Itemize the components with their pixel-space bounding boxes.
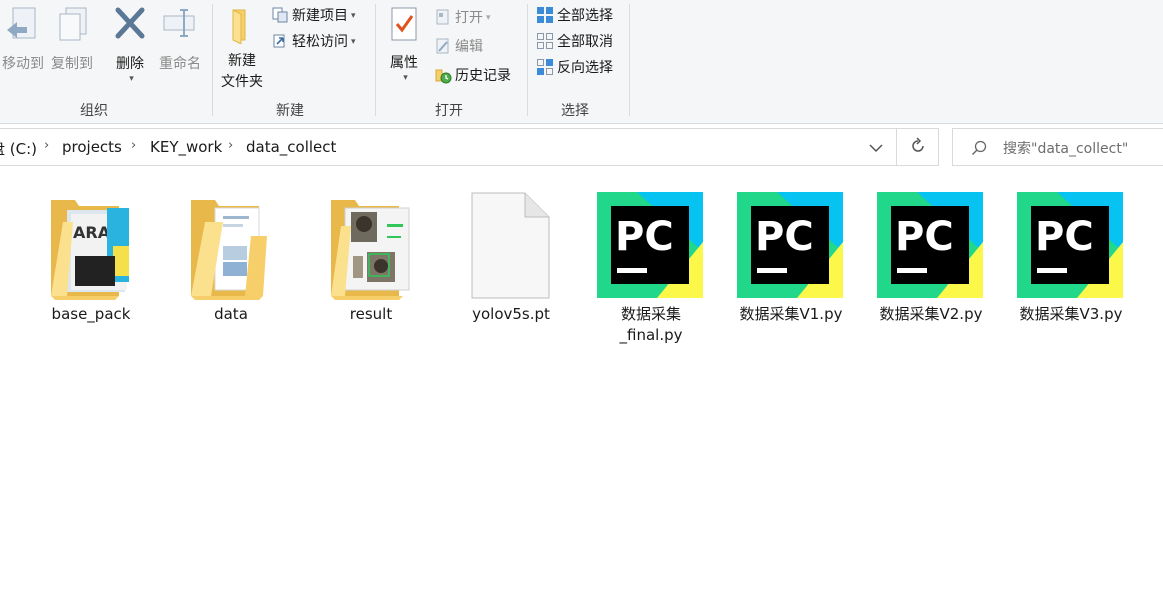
new-item-dropdown-icon: ▾ [351,11,356,21]
breadcrumb-drive[interactable]: 盘 (C:) [0,138,37,159]
address-bar-row: 盘 (C:) › projects › KEY_work › data_coll… [0,128,1163,166]
select-all-icon [537,7,553,23]
select-group-label: 选择 [561,103,589,119]
pycharm-icon: PC [737,192,843,298]
pycharm-icon: PC [1017,192,1123,298]
invert-selection-button[interactable]: 反向选择 [536,58,613,78]
properties-button[interactable]: 属性 ▾ [382,6,426,89]
file-name: data [214,305,248,323]
file-name: base_pack [51,305,131,323]
chevron-down-icon[interactable] [868,143,884,153]
rename-icon [163,9,195,37]
easy-access-dropdown-icon: ▾ [351,37,356,47]
rename-button[interactable]: 重命名 [154,4,206,75]
pycharm-icon: PC [597,192,703,298]
ribbon: 移动到 复制到 删除 ▾ 重命名 组织 新建 文件夹 新建项目 ▾ 轻松访问 ▾… [0,0,1163,124]
new-item-label: 新建项目 [292,8,348,24]
chevron-right-icon[interactable]: › [131,138,136,153]
pycharm-icon-text: PC [615,214,674,260]
folder-icon: ARA- [51,200,129,300]
edit-button[interactable]: 编辑 [434,37,483,57]
new-folder-label-1: 新建 [228,53,256,69]
easy-access-label: 轻松访问 [292,34,348,50]
move-to-button[interactable]: 移动到 [0,4,46,75]
file-name-line-2: _final.py [619,326,683,344]
file-name: 数据采集V3.py [1019,305,1123,323]
new-folder-icon [232,9,246,45]
file-name: result [349,305,393,323]
select-all-button[interactable]: 全部选择 [536,6,613,26]
ribbon-divider [629,4,630,116]
refresh-icon [911,137,924,152]
breadcrumb-key-work[interactable]: KEY_work [150,138,222,156]
new-item-button[interactable]: 新建项目 ▾ [271,6,356,26]
open-label: 打开 [455,10,483,26]
copy-to-button[interactable]: 复制到 [48,4,96,75]
file-name-line-1: 数据采集 [620,305,681,323]
select-none-label: 全部取消 [557,34,613,50]
file-name: yolov5s.pt [472,305,550,323]
open-dropdown-icon: ▾ [486,13,491,23]
file-name: 数据采集V1.py [739,305,843,323]
easy-access-icon [273,34,285,48]
delete-icon [115,7,145,39]
open-icon [436,9,449,25]
file-name: 数据采集V2.py [879,305,983,323]
select-group: 全部选择 全部取消 反向选择 选择 [528,0,629,123]
breadcrumb-projects[interactable]: projects [62,138,122,156]
pycharm-icon-text: PC [895,214,954,260]
pycharm-icon-text: PC [755,214,814,260]
delete-button[interactable]: 删除 ▾ [108,4,152,90]
open-group-label: 打开 [435,103,463,119]
folder-icon [331,200,410,300]
search-icon [972,140,987,155]
move-to-icon [7,7,36,39]
select-none-button[interactable]: 全部取消 [536,32,613,52]
pycharm-icon: PC [877,192,983,298]
new-item-icon [272,7,288,23]
organize-group: 移动到 复制到 删除 ▾ 重命名 组织 [0,0,212,123]
search-box[interactable]: 搜索"data_collect" [952,128,1163,166]
edit-label: 编辑 [455,39,483,55]
address-bar[interactable]: 盘 (C:) › projects › KEY_work › data_coll… [0,128,897,166]
easy-access-button[interactable]: 轻松访问 ▾ [271,32,356,52]
history-label: 历史记录 [455,68,511,84]
history-icon [435,69,452,84]
select-none-icon [537,33,553,49]
new-folder-label-2: 文件夹 [221,74,263,90]
folder-icon [191,200,267,300]
new-group: 新建 文件夹 新建项目 ▾ 轻松访问 ▾ 新建 [213,0,375,123]
edit-icon [436,38,449,54]
new-folder-button[interactable]: 新建 文件夹 [217,6,267,93]
copy-to-label: 复制到 [51,56,93,72]
copy-to-icon [59,7,87,41]
open-group: 属性 ▾ 打开 ▾ 编辑 历史记录 打开 [376,0,527,123]
move-to-label: 移动到 [2,56,44,72]
history-button[interactable]: 历史记录 [434,66,511,86]
chevron-right-icon[interactable]: › [44,138,49,153]
file-name: 数据采集 _final.py [591,304,711,346]
blank-file-icon [471,192,550,299]
pycharm-icon-text: PC [1035,214,1094,260]
invert-selection-label: 反向选择 [557,60,613,76]
search-placeholder: 搜索"data_collect" [1003,141,1129,157]
select-all-label: 全部选择 [557,8,613,24]
organize-group-label: 组织 [80,103,108,119]
open-button[interactable]: 打开 ▾ [434,8,491,28]
rename-label: 重命名 [159,56,201,72]
breadcrumb-data-collect[interactable]: data_collect [246,138,336,156]
properties-icon [391,7,417,41]
new-group-label: 新建 [276,103,304,119]
chevron-right-icon[interactable]: › [228,138,233,153]
refresh-button[interactable] [897,128,939,166]
invert-selection-icon [537,59,553,75]
